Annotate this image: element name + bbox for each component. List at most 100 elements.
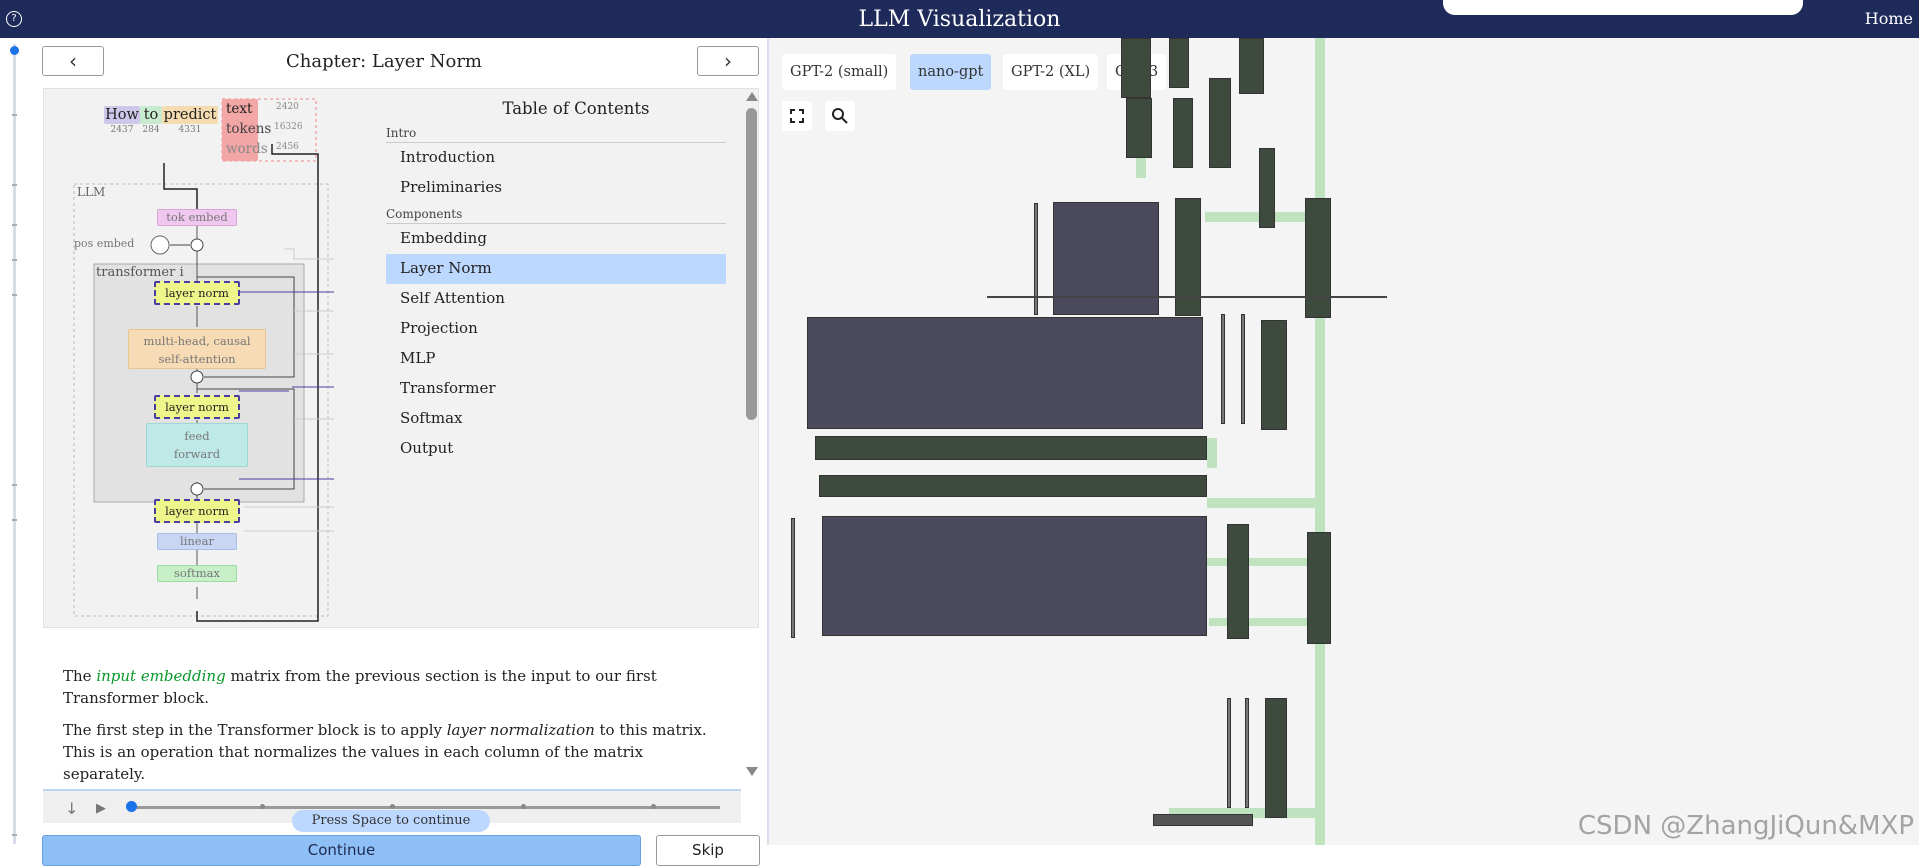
matrix-block[interactable] — [1239, 38, 1264, 94]
bias-column[interactable] — [1241, 314, 1245, 424]
input-embedding-link[interactable]: input embedding — [96, 667, 225, 685]
layer-norm-block[interactable]: layer norm — [154, 499, 240, 523]
output-token-value: 2456 — [276, 142, 299, 152]
attention-block[interactable]: multi-head, causal self-attention — [128, 329, 266, 369]
toc-item-mlp[interactable]: MLP — [386, 344, 726, 374]
play-icon[interactable]: ▶ — [96, 801, 106, 816]
emphasis-text: layer normalization — [446, 721, 595, 739]
toc-item-output[interactable]: Output — [386, 434, 726, 464]
ffn-label: feed — [184, 429, 210, 443]
output-token-label: text — [226, 101, 253, 117]
progress-tick[interactable] — [651, 804, 656, 809]
toc-item-embedding[interactable]: Embedding — [386, 224, 726, 254]
arrow-down-icon[interactable]: ↓ — [65, 799, 78, 818]
bias-column[interactable] — [1245, 698, 1249, 808]
model-nano-gpt-button[interactable]: nano-gpt — [910, 54, 992, 90]
layer-norm-block[interactable]: layer norm — [154, 395, 240, 419]
token-id: 2437 — [110, 125, 134, 135]
qkv-vector[interactable] — [1175, 198, 1201, 316]
matrix-block[interactable] — [1209, 78, 1231, 168]
search-popup — [1443, 0, 1803, 15]
expand-icon — [790, 109, 804, 123]
text-span: The — [63, 667, 97, 685]
paragraph: The first step in the Transformer block … — [63, 719, 721, 785]
output-token-value: 2420 — [276, 102, 299, 112]
matrix-block[interactable] — [1121, 38, 1151, 98]
progress-tick[interactable] — [390, 804, 395, 809]
visualization-canvas[interactable]: GPT-2 (small) nano-gpt GPT-2 (XL) GPT-3 … — [769, 38, 1919, 845]
progress-knob[interactable] — [126, 801, 137, 812]
tok-embed-block[interactable]: tok embed — [157, 209, 237, 226]
linear-block[interactable]: linear — [157, 533, 237, 550]
layer-norm-row[interactable] — [819, 475, 1207, 497]
toc-item-transformer[interactable]: Transformer — [386, 374, 726, 404]
model-gpt2-small-button[interactable]: GPT-2 (small) — [782, 54, 897, 90]
bias-column[interactable] — [1227, 698, 1231, 808]
softmax-block[interactable]: softmax — [157, 565, 237, 582]
rail-tick — [12, 484, 17, 486]
top-bar: ? LLM Visualization Home — [0, 0, 1919, 38]
fullscreen-button[interactable] — [782, 101, 812, 131]
weight-matrix[interactable] — [807, 317, 1203, 429]
residual-flow — [1315, 38, 1325, 845]
chevron-right-icon: › — [724, 49, 732, 73]
search-icon — [832, 108, 848, 124]
output-vector[interactable] — [1265, 698, 1287, 818]
weight-matrix[interactable] — [822, 516, 1207, 636]
pos-embed-label: pos embed — [74, 237, 135, 250]
bias-column[interactable] — [791, 518, 795, 638]
bias-column[interactable] — [1221, 314, 1225, 424]
rail-tick — [12, 114, 17, 116]
explanation-text: The input embedding matrix from the prev… — [43, 663, 741, 783]
toc-item-introduction[interactable]: Introduction — [386, 143, 726, 173]
progress-tick[interactable] — [521, 804, 526, 809]
toc-title: Table of Contents — [502, 99, 650, 118]
toc-section-intro: Intro — [386, 124, 726, 143]
feed-forward-block[interactable]: feed forward — [146, 423, 248, 467]
panel-scrollbar[interactable] — [743, 90, 759, 778]
token-how: How — [104, 106, 140, 124]
skip-button[interactable]: Skip — [656, 835, 760, 866]
csdn-watermark: CSDN @ZhangJiQun&MXP — [1577, 811, 1914, 841]
scroll-thumb[interactable] — [746, 108, 757, 420]
toc-item-softmax[interactable]: Softmax — [386, 404, 726, 434]
attention-matrix[interactable] — [1053, 202, 1159, 315]
toc-item-layer-norm[interactable]: Layer Norm — [386, 254, 726, 284]
matrix-block[interactable] — [1259, 148, 1275, 228]
chapter-rail[interactable] — [10, 44, 19, 844]
toc-item-preliminaries[interactable]: Preliminaries — [386, 173, 726, 203]
toc-item-projection[interactable]: Projection — [386, 314, 726, 344]
output-vector[interactable] — [1227, 524, 1249, 639]
output-vector[interactable] — [1305, 198, 1331, 318]
search-button[interactable] — [825, 101, 855, 131]
model-gpt2-xl-button[interactable]: GPT-2 (XL) — [1003, 54, 1099, 90]
scroll-up-icon[interactable] — [746, 92, 758, 101]
scroll-down-icon[interactable] — [746, 767, 758, 776]
walkthrough-pane: ‹ Chapter: Layer Norm › How to predict 2… — [0, 38, 768, 866]
token-id: 4331 — [178, 125, 202, 135]
rail-tick — [12, 224, 17, 226]
token-predict: predict — [162, 106, 218, 124]
output-token-label: words — [226, 141, 268, 157]
continue-button[interactable]: Continue — [42, 835, 641, 866]
output-vector[interactable] — [1307, 532, 1331, 644]
bottom-matrix[interactable] — [1153, 814, 1253, 826]
layer-norm-block[interactable]: layer norm — [154, 281, 240, 305]
rail-tick — [12, 834, 17, 836]
progress-track[interactable] — [130, 806, 720, 809]
rail-tick — [12, 259, 17, 261]
home-link[interactable]: Home — [1865, 9, 1913, 28]
next-chapter-button[interactable]: › — [697, 46, 759, 76]
layer-norm-row[interactable] — [815, 436, 1207, 460]
matrix-block[interactable] — [1169, 38, 1189, 88]
text-span: The first step in the Transformer block … — [63, 721, 447, 739]
output-vector[interactable] — [1261, 320, 1287, 430]
ffn-label: forward — [173, 447, 221, 461]
matrix-block[interactable] — [1173, 98, 1193, 168]
flow-line — [1207, 438, 1217, 468]
progress-tick[interactable] — [260, 804, 265, 809]
matrix-block[interactable] — [1126, 98, 1152, 158]
toc-item-self-attention[interactable]: Self Attention — [386, 284, 726, 314]
bias-column[interactable] — [1034, 203, 1038, 315]
table-of-contents: Table of Contents Intro Introduction Pre… — [386, 99, 726, 464]
